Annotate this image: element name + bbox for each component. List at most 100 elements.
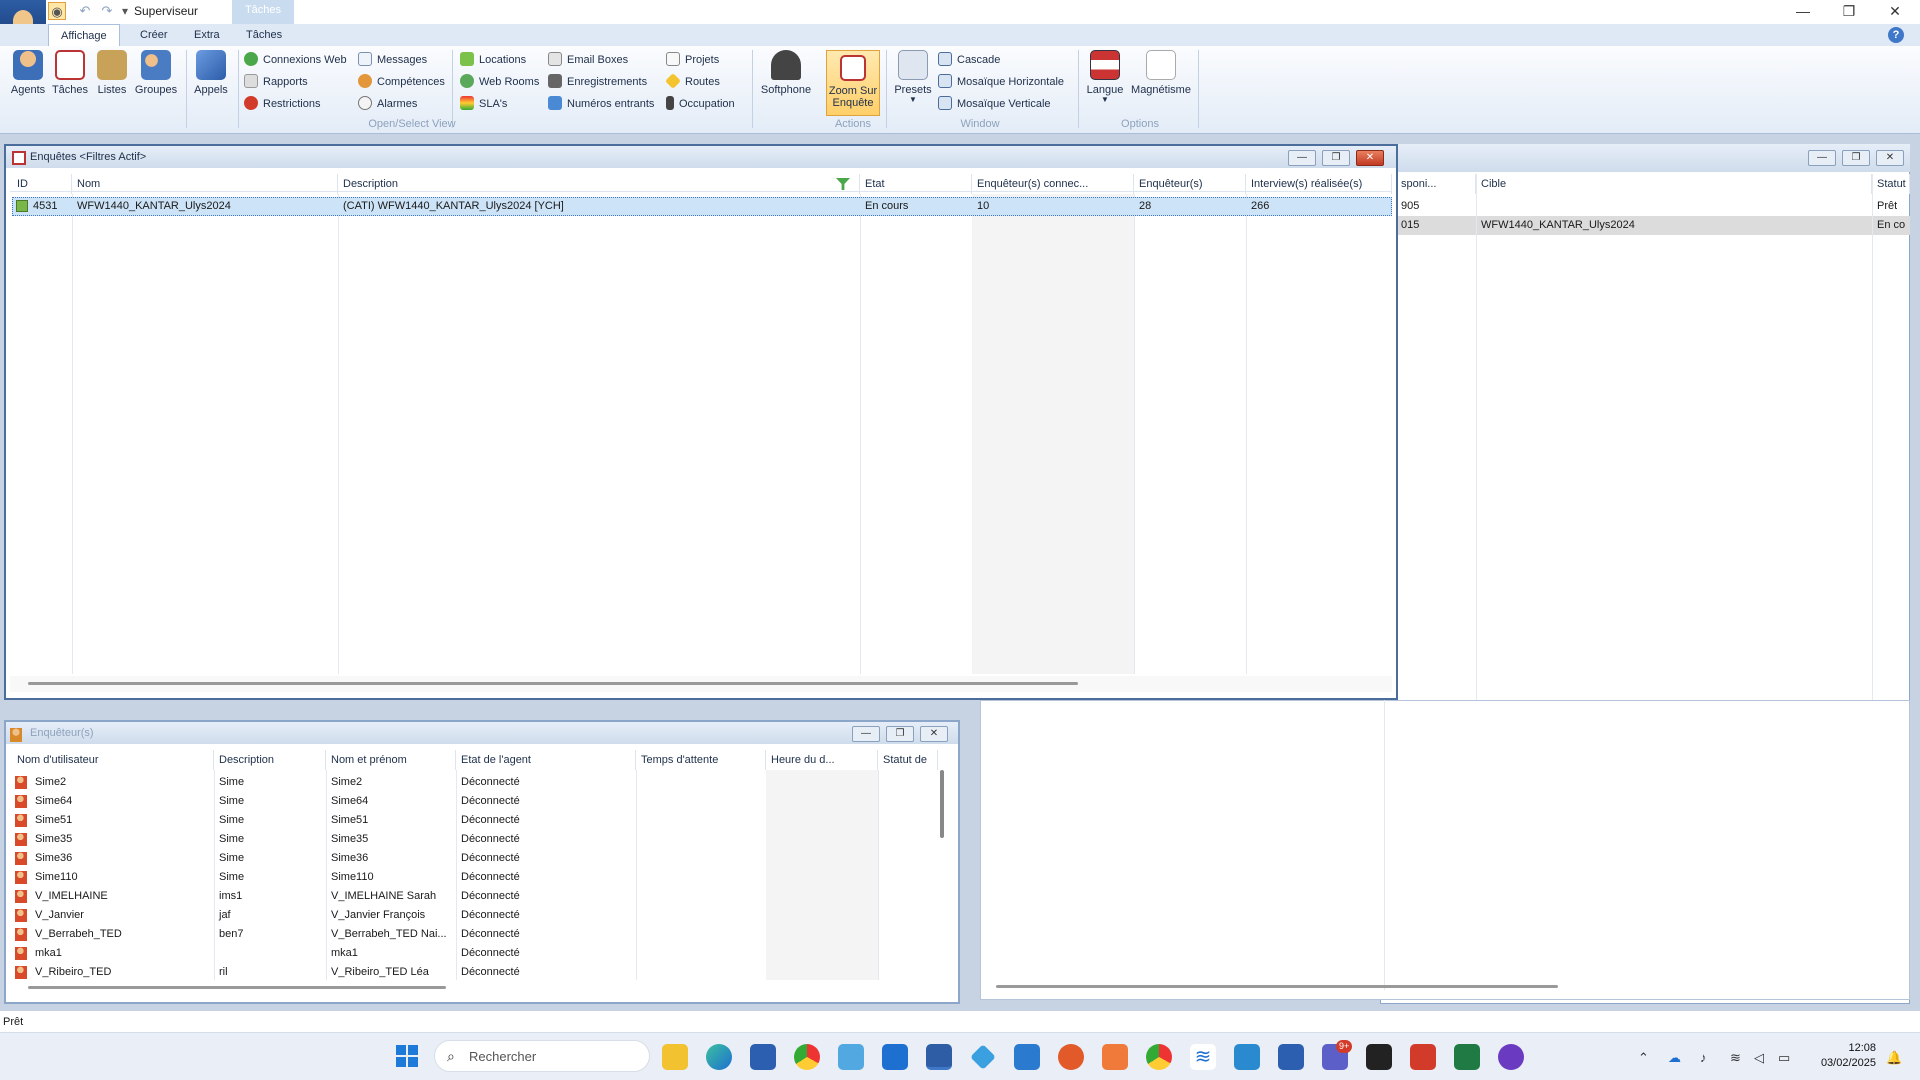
superviseur-taskbar-icon[interactable] bbox=[926, 1044, 952, 1070]
restrictions-button[interactable]: Restrictions bbox=[244, 95, 320, 113]
outlook-icon[interactable] bbox=[882, 1044, 908, 1070]
routes-button[interactable]: Routes bbox=[665, 73, 720, 91]
quick-access-dropdown-icon[interactable]: ▾ bbox=[122, 4, 128, 18]
tab-affichage[interactable]: Affichage bbox=[48, 24, 120, 46]
taskbar-search[interactable]: ⌕ Rechercher bbox=[434, 1040, 650, 1072]
col-header-nom[interactable]: Nom bbox=[72, 174, 338, 194]
restore-button[interactable]: ❐ bbox=[1826, 0, 1872, 24]
horizontal-scrollbar-thumb[interactable] bbox=[28, 682, 1078, 685]
messages-button[interactable]: Messages bbox=[358, 51, 427, 69]
col-header-wait[interactable]: Temps d'attente bbox=[636, 750, 766, 770]
app-icon[interactable] bbox=[1058, 1044, 1084, 1070]
email-boxes-button[interactable]: Email Boxes bbox=[548, 51, 628, 69]
alarm-clock-icon bbox=[358, 96, 372, 110]
col-header-statut[interactable]: Statut de bbox=[878, 750, 938, 770]
cascade-button[interactable]: Cascade bbox=[938, 51, 1000, 69]
help-icon[interactable]: ? bbox=[1888, 27, 1904, 43]
presets-button[interactable]: Presets ▼ bbox=[890, 50, 936, 108]
app-icon[interactable] bbox=[838, 1044, 864, 1070]
langue-button[interactable]: Langue ▼ bbox=[1082, 50, 1128, 108]
chrome-icon[interactable] bbox=[794, 1044, 820, 1070]
minimize-button[interactable]: — bbox=[1808, 150, 1836, 166]
locations-button[interactable]: Locations bbox=[460, 51, 526, 69]
col-header-user[interactable]: Nom d'utilisateur bbox=[12, 750, 214, 770]
excel-icon[interactable] bbox=[1454, 1044, 1480, 1070]
occupation-button[interactable]: Occupation bbox=[666, 95, 735, 113]
groupes-button[interactable]: Groupes bbox=[134, 50, 178, 108]
speaker-icon[interactable]: ◁ bbox=[1754, 1050, 1764, 1066]
tab-taches[interactable]: Tâches bbox=[234, 24, 294, 46]
wifi-app-icon[interactable]: ≋ bbox=[1190, 1044, 1216, 1070]
mosaique-verticale-button[interactable]: Mosaïque Verticale bbox=[938, 95, 1051, 113]
col-header-description[interactable]: Description bbox=[214, 750, 326, 770]
listes-button[interactable]: Listes bbox=[92, 50, 132, 108]
clock[interactable]: 12:08 03/02/2025 bbox=[1808, 1041, 1876, 1071]
quick-access-supervisor-icon[interactable]: ◉ bbox=[48, 2, 66, 20]
redo-icon[interactable]: ↷ bbox=[98, 2, 116, 20]
sla-button[interactable]: SLA's bbox=[460, 95, 507, 113]
agents-button[interactable]: Agents bbox=[8, 50, 48, 108]
zoom-sur-enquete-button[interactable]: Zoom Sur Enquête bbox=[826, 50, 880, 116]
app-icon[interactable] bbox=[1498, 1044, 1524, 1070]
competences-button[interactable]: Compétences bbox=[358, 73, 445, 91]
enregistrements-button[interactable]: Enregistrements bbox=[548, 73, 647, 91]
col-header-interviews[interactable]: Interview(s) réalisée(s) bbox=[1246, 174, 1392, 194]
app-icon[interactable] bbox=[1234, 1044, 1260, 1070]
col-header-connectes[interactable]: Enquêteur(s) connec... bbox=[972, 174, 1134, 194]
close-button[interactable]: ✕ bbox=[920, 726, 948, 742]
windows-start-button[interactable] bbox=[396, 1045, 418, 1067]
battery-icon[interactable]: ▭ bbox=[1778, 1050, 1790, 1066]
app-icon[interactable] bbox=[1102, 1044, 1128, 1070]
maximize-button[interactable]: ❐ bbox=[886, 726, 914, 742]
chrome-icon[interactable] bbox=[1146, 1044, 1172, 1070]
notepad-icon[interactable] bbox=[1278, 1044, 1304, 1070]
col-header[interactable]: Cible bbox=[1476, 174, 1872, 194]
minimize-button[interactable]: — bbox=[852, 726, 880, 742]
chevron-up-icon[interactable]: ⌃ bbox=[1638, 1050, 1649, 1066]
horizontal-scrollbar[interactable] bbox=[996, 985, 1558, 988]
col-header-state[interactable]: Etat de l'agent bbox=[456, 750, 636, 770]
magnetisme-button[interactable]: Magnétisme bbox=[1128, 50, 1194, 108]
tab-creer[interactable]: Créer bbox=[128, 24, 180, 46]
projets-button[interactable]: Projets bbox=[666, 51, 719, 69]
appels-button[interactable]: Appels bbox=[190, 50, 232, 108]
tab-extra[interactable]: Extra bbox=[182, 24, 232, 46]
connexions-web-button[interactable]: Connexions Web bbox=[244, 51, 347, 69]
mosaique-horizontale-button[interactable]: Mosaïque Horizontale bbox=[938, 73, 1064, 91]
close-button[interactable]: ✕ bbox=[1356, 150, 1384, 166]
table-row-selected[interactable] bbox=[1396, 216, 1910, 235]
maximize-button[interactable]: ❐ bbox=[1842, 150, 1870, 166]
wifi-icon[interactable]: ≋ bbox=[1730, 1050, 1741, 1066]
col-header-etat[interactable]: Etat bbox=[860, 174, 972, 194]
vertical-scrollbar-thumb[interactable] bbox=[940, 770, 944, 838]
col-header-id[interactable]: ID bbox=[12, 174, 72, 194]
pdf-icon[interactable] bbox=[1410, 1044, 1436, 1070]
store-icon[interactable] bbox=[750, 1044, 776, 1070]
col-header-enqueteurs[interactable]: Enquêteur(s) bbox=[1134, 174, 1246, 194]
close-button[interactable]: ✕ bbox=[1876, 150, 1904, 166]
undo-icon[interactable]: ↶ bbox=[76, 2, 94, 20]
close-button[interactable]: ✕ bbox=[1872, 0, 1918, 24]
col-header[interactable]: sponi... bbox=[1396, 174, 1476, 194]
minimize-button[interactable]: — bbox=[1288, 150, 1316, 166]
horizontal-scrollbar-thumb[interactable] bbox=[28, 986, 446, 989]
todo-icon[interactable] bbox=[1014, 1044, 1040, 1070]
microphone-icon[interactable]: ♪ bbox=[1700, 1050, 1707, 1065]
taches-button[interactable]: Tâches bbox=[50, 50, 90, 108]
minimize-button[interactable]: — bbox=[1780, 0, 1826, 24]
terminal-icon[interactable] bbox=[1366, 1044, 1392, 1070]
numeros-entrants-button[interactable]: Numéros entrants bbox=[548, 95, 654, 113]
web-rooms-button[interactable]: Web Rooms bbox=[460, 73, 539, 91]
rapports-button[interactable]: Rapports bbox=[244, 73, 308, 91]
col-header-heure[interactable]: Heure du d... bbox=[766, 750, 878, 770]
col-header[interactable]: Statut bbox=[1872, 174, 1910, 194]
maximize-button[interactable]: ❐ bbox=[1322, 150, 1350, 166]
alarmes-button[interactable]: Alarmes bbox=[358, 95, 417, 113]
col-header-name[interactable]: Nom et prénom bbox=[326, 750, 456, 770]
notification-bell-icon[interactable]: 🔔 bbox=[1886, 1050, 1902, 1066]
softphone-button[interactable]: Softphone bbox=[756, 50, 816, 108]
col-header-description[interactable]: Description bbox=[338, 174, 860, 194]
edge-icon[interactable] bbox=[706, 1044, 732, 1070]
file-explorer-icon[interactable] bbox=[662, 1044, 688, 1070]
onedrive-icon[interactable]: ☁ bbox=[1668, 1050, 1681, 1066]
